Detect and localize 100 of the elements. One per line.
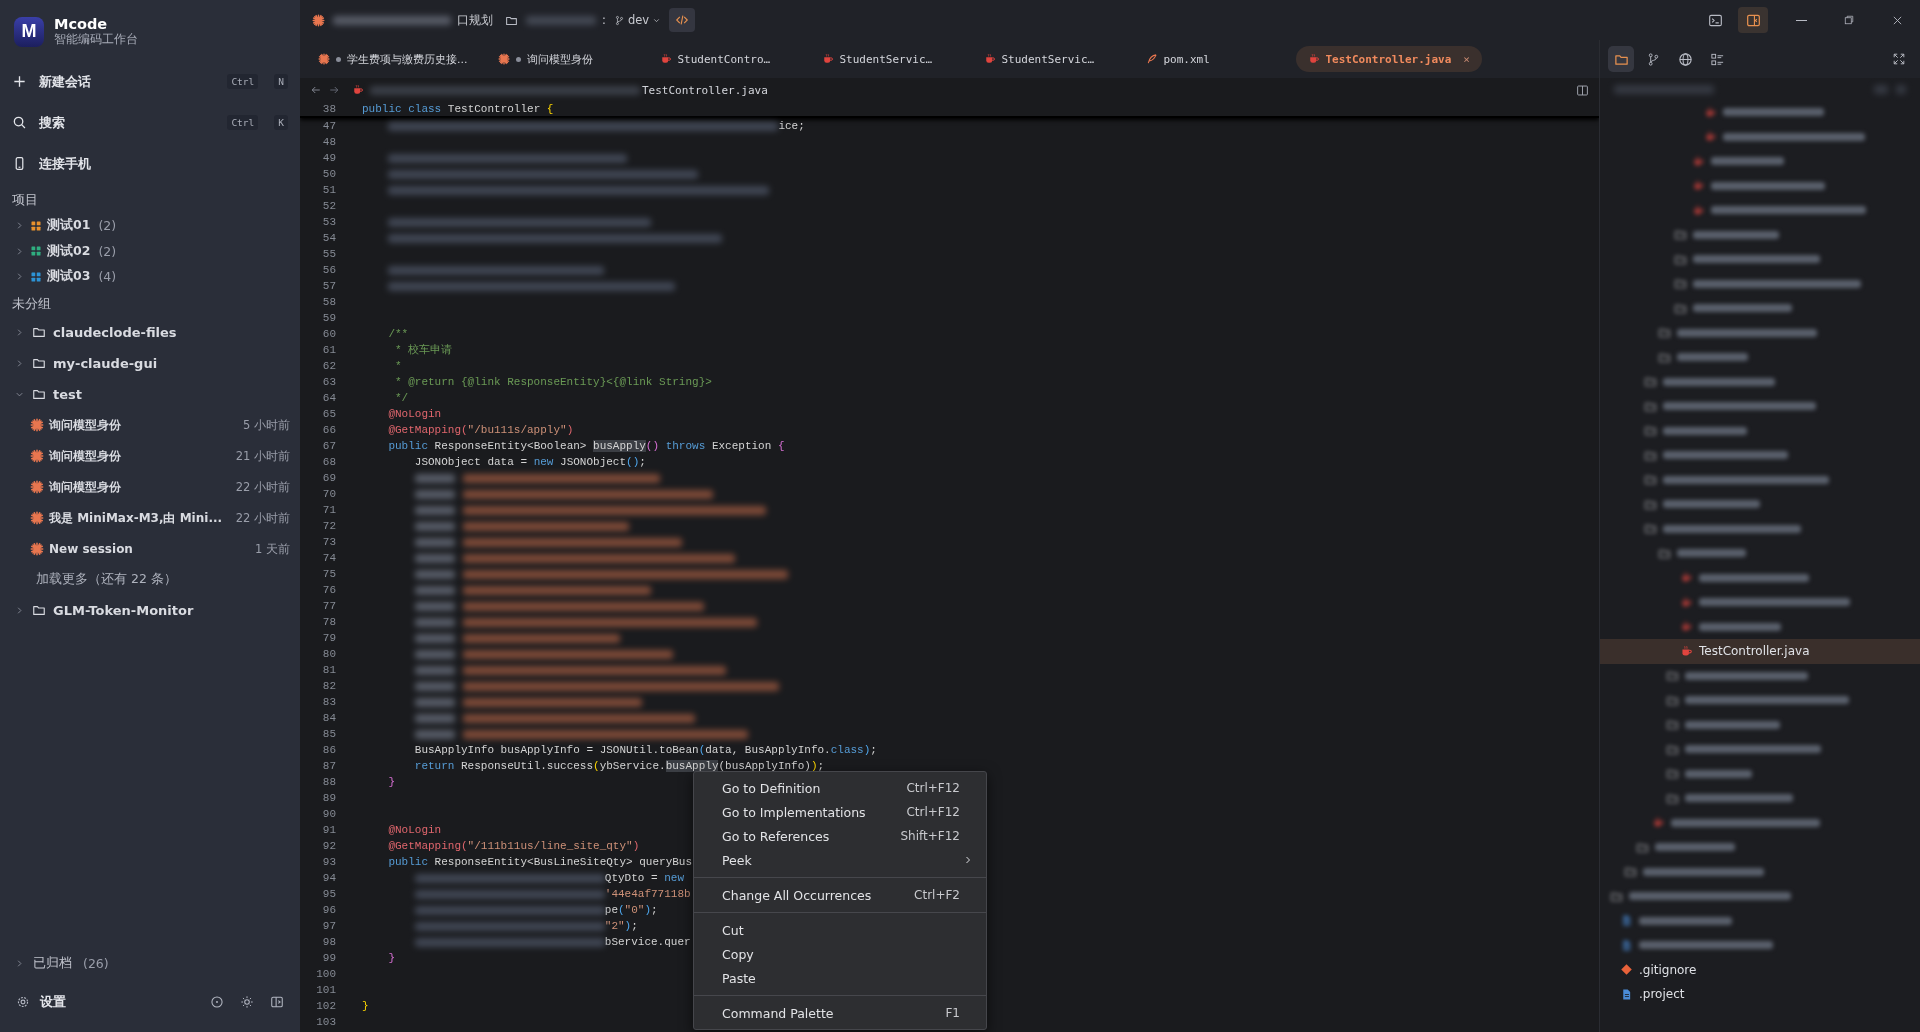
editor-tab[interactable]: StudentServic… — [809, 46, 966, 72]
code-line: bService.quer — [362, 934, 691, 950]
restore-icon — [1843, 14, 1855, 26]
branch-icon — [613, 14, 625, 26]
sun-icon[interactable] — [240, 995, 254, 1009]
session-item[interactable]: 询问模型身份 21 小时前 — [0, 440, 300, 472]
workspace-item[interactable]: 测试01 (2) — [0, 213, 300, 239]
menu-item[interactable]: Go to Definition Ctrl+F12 — [694, 776, 986, 800]
editor-tab[interactable]: StudentServic… — [971, 46, 1128, 72]
sidebar-action[interactable]: 新建会话 Ctrl N — [0, 61, 300, 102]
load-more-link[interactable]: 加载更多（还有 22 条） — [0, 564, 300, 595]
code-button[interactable] — [669, 8, 696, 32]
editor-tab[interactable]: TestController.java × — [1295, 46, 1482, 72]
starburst-icon — [318, 53, 330, 65]
line-number: 48 — [321, 135, 337, 150]
session-item[interactable]: 询问模型身份 5 小时前 — [0, 409, 300, 441]
editor-tab[interactable]: StudentContro… — [647, 46, 804, 72]
list-icon — [1709, 51, 1725, 67]
session-item[interactable]: 询问模型身份 22 小时前 — [0, 471, 300, 503]
project-title[interactable]: 口规划 — [333, 12, 493, 28]
folder-item[interactable]: claudeclode-files — [0, 316, 300, 348]
code-line: * — [394, 359, 402, 374]
code-line: public ResponseEntity<Boolean> busApply() throws Exception { — [387, 439, 785, 454]
code-icon — [675, 13, 690, 27]
panel-toggle-button[interactable] — [1738, 7, 1768, 33]
archived-item[interactable]: 已归档 (26) — [0, 948, 300, 978]
line-number: 49 — [321, 151, 337, 166]
plus-icon — [12, 74, 27, 89]
blurred-text — [1677, 549, 1746, 558]
branch-selector[interactable]: dev — [613, 13, 662, 27]
code-line: JSONObject data = new JSONObject(); — [413, 455, 646, 470]
code-line: BusApplyInfo busApplyInfo = JSONUtil.toBean(data, BusApplyInfo.class); — [413, 743, 877, 758]
line-number: 96 — [321, 903, 337, 918]
menu-item[interactable]: Go to Implementations Ctrl+F12 — [694, 800, 986, 824]
breadcrumb-path[interactable]: TestController.java — [370, 83, 768, 97]
settings-link[interactable]: 设置 — [40, 993, 200, 1011]
menu-item[interactable]: Peek — [694, 848, 986, 872]
starburst-icon — [30, 480, 44, 494]
folder-item[interactable]: GLM-Token-Monitor — [0, 594, 300, 626]
line-number: 56 — [321, 263, 337, 278]
menu-item[interactable]: Change All Occurrences Ctrl+F2 — [694, 883, 986, 907]
file-tree-item[interactable]: .gitignore — [1600, 957, 1920, 982]
blurred-icon — [1874, 84, 1888, 94]
terminal-icon — [1707, 12, 1723, 28]
panel-icon[interactable] — [270, 995, 284, 1009]
code-line: } — [387, 951, 395, 966]
line-number: 85 — [321, 727, 337, 742]
code-line: */ — [394, 391, 409, 406]
blurred-text — [1685, 769, 1752, 778]
code-line: QtyDto = new — [362, 870, 685, 886]
menu-item[interactable]: Command Palette F1 — [694, 1001, 986, 1025]
line-number: 54 — [321, 231, 337, 246]
app-subtitle: 智能编码工作台 — [54, 32, 138, 47]
diamond-icon — [1620, 963, 1633, 977]
folder-item[interactable]: my-claude-gui — [0, 347, 300, 379]
expand-icon — [1892, 52, 1906, 66]
globe-icon — [1677, 51, 1693, 67]
split-editor-icon[interactable] — [1576, 83, 1589, 97]
editor-tab[interactable]: 学生费项与缴费历史接... — [306, 46, 480, 72]
line-number: 77 — [321, 599, 337, 614]
line-number: 38 — [321, 102, 337, 116]
menu-item[interactable]: Go to References Shift+F12 — [694, 824, 986, 848]
line-number: 52 — [321, 199, 337, 214]
sidebar-action[interactable]: 连接手机 — [0, 143, 300, 184]
code-line: public ResponseEntity<BusLineSiteQty> queryBus — [387, 855, 693, 870]
line-number: 102 — [315, 999, 337, 1014]
editor-tab[interactable]: 询问模型身份 — [485, 46, 642, 72]
files-tab[interactable] — [1608, 46, 1634, 72]
folder-item[interactable]: test — [0, 378, 300, 410]
session-item[interactable]: 我是 MiniMax-M3,由 Mini... 22 小时前 — [0, 502, 300, 534]
line-number: 69 — [321, 471, 337, 486]
starburst-icon — [497, 53, 510, 65]
sidebar-action[interactable]: 搜索 Ctrl K — [0, 102, 300, 143]
menu-item[interactable]: Paste — [694, 966, 986, 990]
line-number: 71 — [321, 503, 337, 518]
session-item[interactable]: New session 1 天前 — [0, 533, 300, 565]
circle-dot-icon[interactable] — [210, 995, 224, 1009]
code-line: public class TestController { — [362, 102, 554, 116]
code-line: * @return {@link ResponseEntity}<{@link String}> — [394, 375, 712, 390]
menu-item[interactable]: Cut — [694, 918, 986, 942]
editor-tab[interactable]: pom.xml — [1133, 46, 1290, 72]
workspace-item[interactable]: 测试03 (4) — [0, 264, 300, 290]
menu-item[interactable]: Copy — [694, 942, 986, 966]
close-tab-button[interactable]: × — [1463, 52, 1470, 66]
file-tree-item[interactable]: TestController.java — [1600, 639, 1920, 664]
search-icon — [12, 115, 27, 130]
line-number: 82 — [321, 679, 337, 694]
code-line: } — [387, 775, 395, 790]
line-number: 62 — [321, 359, 337, 374]
line-number: 72 — [321, 519, 337, 534]
line-number: 70 — [321, 487, 337, 502]
workspace-item[interactable]: 测试02 (2) — [0, 238, 300, 264]
starburst-icon — [30, 511, 44, 525]
code-line: pe("0"); — [362, 902, 658, 918]
line-number: 95 — [321, 887, 337, 902]
file-tree-item[interactable]: .project — [1600, 982, 1920, 1007]
back-arrow-icon[interactable] — [310, 84, 322, 96]
line-number: 81 — [321, 663, 337, 678]
code-line: "2"); — [362, 918, 638, 934]
blurred-text — [1677, 353, 1748, 362]
